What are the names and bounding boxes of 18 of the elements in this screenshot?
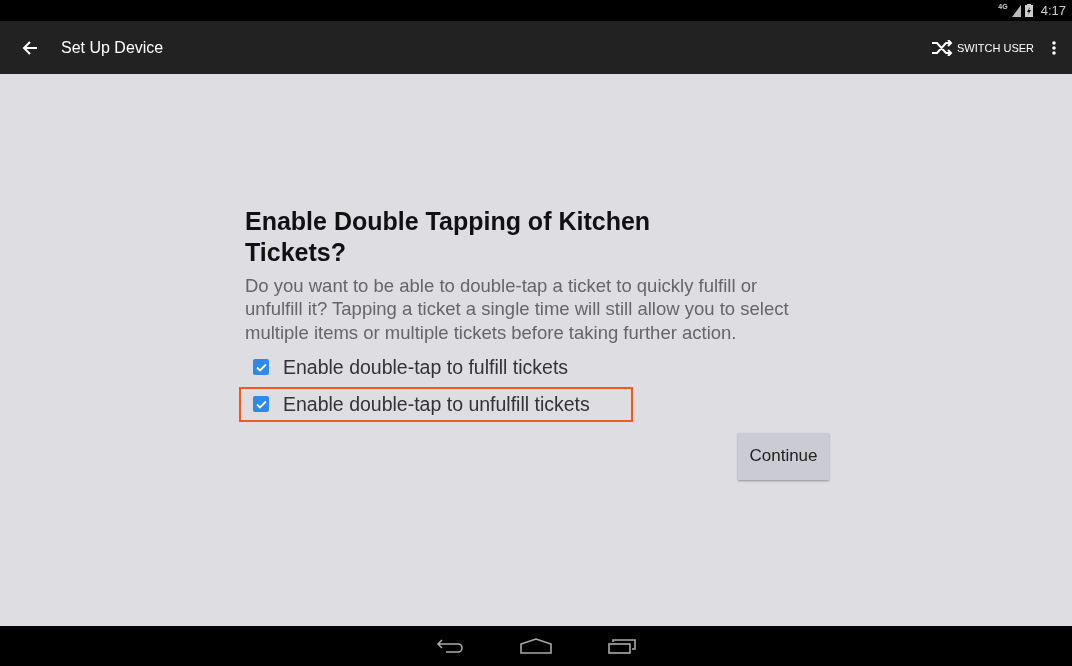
more-menu-button[interactable] [1052,40,1056,55]
checkbox[interactable] [253,396,269,413]
checkbox-label: Enable double-tap to fulfill tickets [283,355,569,379]
back-icon[interactable] [436,638,464,654]
home-icon[interactable] [520,638,552,654]
checkbox[interactable] [253,359,269,376]
app-bar-title: Set Up Device [61,38,165,57]
checkbox-label: Enable double-tap to unfulfill tickets [283,392,590,416]
recent-apps-icon[interactable] [608,638,636,654]
battery-icon [1024,4,1033,17]
dialog-title: Enable Double Tapping of Kitchen Tickets? [245,206,652,268]
clock-time: 4:17 [1040,3,1066,18]
signal-icon [1011,4,1021,17]
shuffle-icon [931,39,953,56]
continue-button[interactable]: Continue [738,432,829,480]
back-button[interactable] [22,39,38,56]
switch-user-button[interactable]: SWITCH USER [931,39,1034,56]
dialog-description: Do you want to be able to double-tap a ticket to quickly fulfill or unfulfill it? Tapping a ticket a single time will still allow you to select multiple items or multiple tickets before taking further action. [245,274,790,344]
